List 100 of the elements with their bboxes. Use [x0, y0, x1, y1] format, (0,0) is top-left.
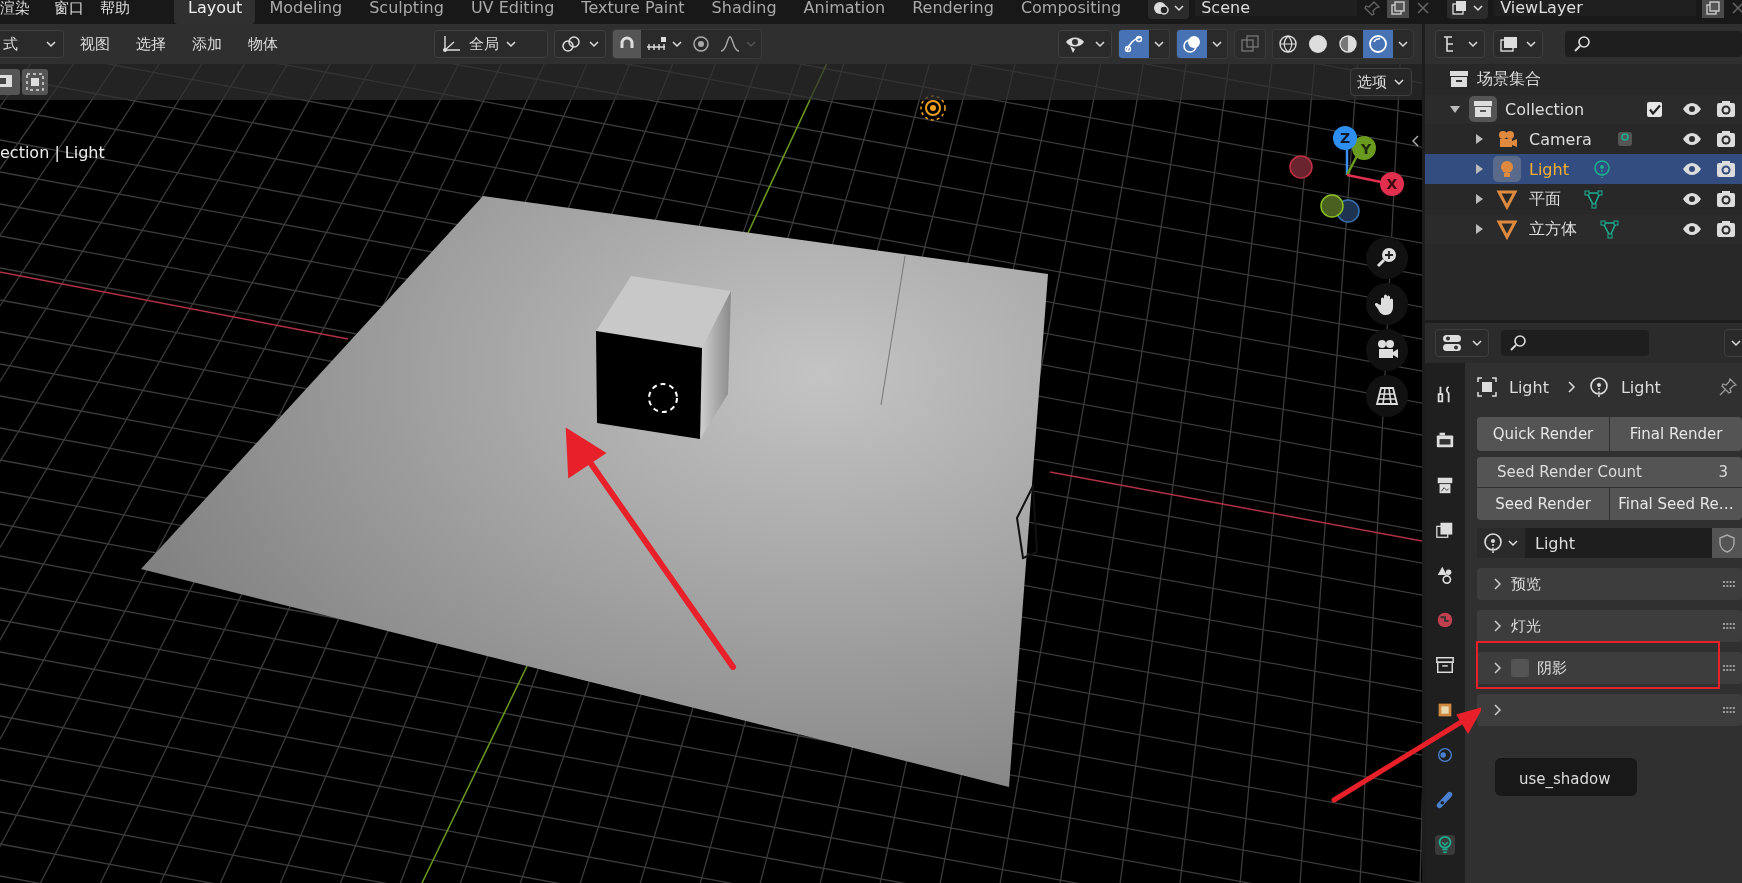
light-type-dropdown[interactable] [1477, 528, 1525, 558]
close-icon[interactable] [1730, 0, 1742, 16]
pan-button[interactable] [1366, 283, 1408, 325]
camera-icon[interactable] [1716, 130, 1736, 148]
collapsed-triangle-icon[interactable] [1473, 133, 1485, 145]
axis-handle[interactable]: X [1380, 172, 1404, 196]
menu-item[interactable]: 帮助 [100, 0, 146, 16]
workspace-tab[interactable]: Compositing [1006, 0, 1135, 24]
camera-object[interactable] [1015, 482, 1039, 560]
eye-icon[interactable] [1682, 132, 1702, 146]
seed-render-button[interactable]: Final Seed Re… [1610, 488, 1742, 520]
render-button[interactable]: Final Render [1610, 417, 1742, 451]
view-layer-field[interactable]: ViewLayer [1494, 0, 1697, 16]
close-icon[interactable] [1415, 0, 1432, 16]
camera-icon[interactable] [1716, 220, 1736, 238]
scene-selector-button[interactable] [1148, 0, 1190, 19]
workspace-tab[interactable]: Rendering [898, 0, 1007, 24]
axis-handle[interactable]: Z [1333, 126, 1357, 150]
workspace-tab[interactable]: Animation [789, 0, 899, 24]
pin-icon[interactable] [1718, 377, 1738, 397]
shield-icon[interactable] [1718, 533, 1736, 553]
fake-user-button[interactable] [1712, 528, 1742, 558]
panel-header[interactable]: 阴影 [1477, 652, 1742, 684]
chevron-right-icon[interactable] [1491, 703, 1503, 717]
eye-icon[interactable] [1682, 222, 1702, 236]
expanded-triangle-icon[interactable] [1449, 103, 1461, 115]
chevron-right-icon[interactable] [1491, 661, 1503, 675]
axis-handle[interactable]: Y [1352, 136, 1376, 160]
eye-icon[interactable] [1682, 102, 1702, 116]
workspace-tab[interactable]: Texture Paint [567, 0, 698, 24]
workspace-tab[interactable]: Sculpting [355, 0, 457, 24]
outliner-row[interactable]: Light [1425, 154, 1742, 184]
breadcrumb-item[interactable]: Light [1509, 377, 1549, 397]
camera-icon[interactable] [1716, 100, 1736, 118]
pivot-icon[interactable] [560, 34, 582, 54]
plane-object[interactable] [141, 196, 1048, 787]
3d-viewport[interactable]: Y Z X 式 视图 选择 添加 物体 全局 选项 ection | Light [0, 24, 1422, 883]
search-field[interactable] [1501, 330, 1649, 356]
chevron-right-icon[interactable] [1491, 577, 1503, 591]
render-button[interactable]: Quick Render [1477, 417, 1609, 451]
filter-dropdown[interactable] [1493, 30, 1543, 58]
camera-icon[interactable] [1716, 160, 1736, 178]
eye-icon[interactable] [1682, 192, 1702, 206]
seed-render-count-field[interactable]: Seed Render Count 3 [1477, 457, 1742, 487]
axis-handle[interactable] [1289, 155, 1313, 179]
cube-object[interactable] [596, 276, 731, 439]
chevron-left-icon[interactable] [1410, 134, 1420, 148]
collapsed-triangle-icon[interactable] [1473, 163, 1485, 175]
outliner-row[interactable]: 平面 [1425, 184, 1742, 214]
axes-icon[interactable] [441, 34, 463, 54]
drag-handle-icon[interactable] [1722, 664, 1736, 672]
light-data-tab-icon[interactable] [1435, 834, 1455, 856]
caret-icon[interactable] [1472, 4, 1485, 12]
workspace-tab[interactable]: Layout [174, 0, 256, 24]
scene-collection-label[interactable]: 场景集合 [1477, 68, 1541, 90]
collapsed-triangle-icon[interactable] [1473, 223, 1485, 235]
menu-item[interactable]: 添加 [182, 34, 232, 54]
view-layer-selector-button[interactable] [1447, 0, 1489, 19]
drag-handle-icon[interactable] [1722, 706, 1736, 714]
panel-header[interactable]: 预览 [1477, 568, 1742, 600]
menu-item[interactable]: 选择 [126, 34, 176, 54]
options-dropdown[interactable]: 选项 [1350, 68, 1412, 96]
menu-item[interactable]: 渲染 [0, 0, 54, 16]
falloff-curve-icon[interactable] [719, 35, 741, 53]
scene-icon[interactable] [1152, 0, 1171, 16]
mode-dropdown[interactable]: 式 [0, 30, 64, 58]
drag-handle-icon[interactable] [1722, 622, 1736, 630]
mesh-data-icon[interactable] [1599, 219, 1621, 239]
zoom-button[interactable] [1366, 237, 1408, 279]
chevron-right-icon[interactable] [1491, 619, 1503, 633]
camera-view-button[interactable] [1366, 329, 1408, 371]
projection-button[interactable] [1366, 375, 1408, 417]
drag-handle-icon[interactable] [1722, 580, 1736, 588]
caret-icon[interactable] [1173, 4, 1186, 12]
eye-icon[interactable] [1682, 162, 1702, 176]
workspace-tab[interactable]: Modeling [255, 0, 356, 24]
image-stack-icon[interactable] [1499, 35, 1519, 53]
mesh-data-icon[interactable] [1583, 189, 1605, 209]
scene-field[interactable]: Scene [1195, 0, 1358, 16]
breadcrumb-item[interactable]: Light [1620, 377, 1661, 397]
collapsed-triangle-icon[interactable] [1473, 193, 1485, 205]
workspace-tab[interactable]: Shading [697, 0, 790, 24]
axis-handle[interactable] [1320, 194, 1344, 218]
outliner-row[interactable]: Camera [1425, 124, 1742, 154]
orientation-dropdown[interactable]: 全局 [434, 30, 548, 58]
increment-icon[interactable] [645, 35, 667, 53]
display-mode-dropdown[interactable] [1435, 30, 1485, 58]
search-field[interactable] [1565, 31, 1742, 57]
exclude-checkbox[interactable] [1647, 101, 1662, 117]
collection-label[interactable]: Collection [1505, 99, 1585, 119]
constraint-tab-icon[interactable] [1435, 789, 1455, 811]
seed-render-button[interactable]: Seed Render [1477, 488, 1609, 520]
menu-item[interactable]: 物体 [238, 34, 288, 54]
menu-item[interactable]: 窗口 [54, 0, 100, 16]
panel-header[interactable]: 灯光 [1477, 610, 1742, 642]
workspace-tab[interactable]: UV Editing [456, 0, 568, 24]
options-dropdown[interactable] [1724, 329, 1742, 357]
menu-item[interactable]: 视图 [70, 34, 120, 54]
camera-icon[interactable] [1716, 190, 1736, 208]
editor-type-dropdown[interactable] [1435, 329, 1489, 357]
